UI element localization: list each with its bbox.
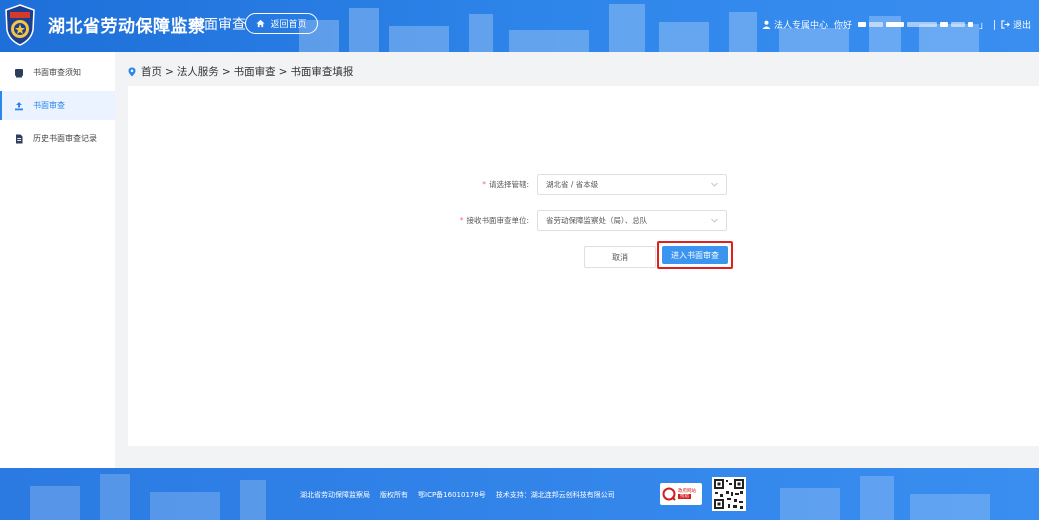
section-title: 书面审查	[190, 17, 246, 33]
enter-written-review-button[interactable]: 进入书面审查	[662, 246, 728, 264]
location-pin-icon	[128, 67, 136, 77]
upload-icon	[14, 101, 24, 111]
greeting-text: 你好	[833, 21, 852, 31]
footer-info: 湖北省劳动保障监察局 版权所有 鄂ICP备16010178号 技术支持：湖北连邦…	[300, 490, 615, 500]
required-mark: *	[482, 180, 486, 189]
header-right-divider	[993, 19, 995, 30]
breadcrumb-legal-services[interactable]: 法人服务	[177, 64, 219, 79]
receiving-unit-row: * 接收书面审查单位: 省劳动保障监察处（局）、总队	[441, 210, 727, 231]
breadcrumb: 首页 > 法人服务 > 书面审查 > 书面审查填报	[128, 64, 353, 79]
footer-icp[interactable]: 鄂ICP备16010178号	[418, 490, 486, 500]
receiving-unit-label: * 接收书面审查单位:	[459, 216, 529, 225]
cancel-button[interactable]: 取消	[584, 246, 656, 268]
highlight-box: 进入书面审查	[657, 241, 733, 269]
breadcrumb-current: 书面审查填报	[290, 66, 354, 78]
jurisdiction-row: * 请选择管辖: 湖北省 / 省本级	[441, 174, 727, 195]
site-title: 湖北省劳动保障监察	[48, 17, 206, 37]
qr-code-image	[712, 477, 746, 511]
sidebar-item-written-review[interactable]: 书面审查	[0, 91, 115, 120]
user-center-link[interactable]: 法人专属中心	[774, 18, 828, 31]
footer-org: 湖北省劳动保障监察局	[300, 491, 370, 499]
top-header: 湖北省劳动保障监察 书面审查 返回首页 法人专属中心 你好 」 退出	[0, 0, 1039, 52]
header-user-area: 法人专属中心 你好 」 退出	[762, 18, 1031, 31]
footer: 湖北省劳动保障监察局 版权所有 鄂ICP备16010178号 技术支持：湖北连邦…	[0, 468, 1039, 520]
breadcrumb-separator: >	[221, 65, 231, 78]
jurisdiction-label: * 请选择管辖:	[482, 180, 529, 189]
jurisdiction-select[interactable]: 湖北省 / 省本级	[537, 174, 727, 195]
sidebar-item-review-notice[interactable]: 书面审查须知	[0, 58, 115, 87]
receiving-unit-value: 省劳动保障监察处（局）、总队	[546, 216, 648, 225]
main-card: * 请选择管辖: 湖北省 / 省本级 * 接收书面审查单位: 省劳动保障监察处（局）…	[128, 86, 1039, 446]
gov-website-error-report-badge[interactable]: 政府网站 找错	[660, 483, 702, 505]
return-home-label: 返回首页	[270, 20, 307, 30]
badge-line2: 找错	[678, 494, 691, 500]
sidebar-item-label: 书面审查须知	[33, 68, 81, 77]
breadcrumb-separator: >	[165, 65, 174, 78]
receiving-unit-select[interactable]: 省劳动保障监察处（局）、总队	[537, 210, 727, 231]
gov-badge-icon	[662, 487, 676, 501]
breadcrumb-written-review[interactable]: 书面审查	[234, 64, 276, 79]
greeting-tail: 」	[978, 21, 988, 31]
breadcrumb-home[interactable]: 首页	[141, 64, 162, 79]
document-icon	[14, 134, 24, 144]
footer-rights: 版权所有	[380, 491, 408, 499]
home-icon	[256, 19, 266, 28]
redacted-username	[857, 22, 973, 27]
user-icon	[762, 20, 771, 29]
sidebar-item-history-records[interactable]: 历史书面审查记录	[0, 124, 115, 153]
sidebar: 书面审查须知 书面审查 历史书面审查记录	[0, 52, 115, 468]
breadcrumb-separator: >	[278, 65, 288, 78]
sidebar-item-label: 书面审查	[33, 101, 65, 110]
chevron-down-icon	[711, 218, 718, 223]
logout-icon	[1001, 20, 1010, 29]
footer-tech-support: 技术支持：湖北连邦云创科技有限公司	[495, 491, 615, 499]
book-icon	[14, 68, 24, 78]
required-mark: *	[459, 216, 464, 225]
return-home-button[interactable]: 返回首页	[245, 13, 318, 34]
sidebar-item-label: 历史书面审查记录	[33, 134, 97, 143]
labor-inspection-emblem-logo	[5, 4, 35, 46]
chevron-down-icon	[711, 182, 718, 187]
logout-link[interactable]: 退出	[1013, 18, 1031, 31]
jurisdiction-value: 湖北省 / 省本级	[546, 180, 599, 189]
header-divider	[179, 16, 180, 34]
